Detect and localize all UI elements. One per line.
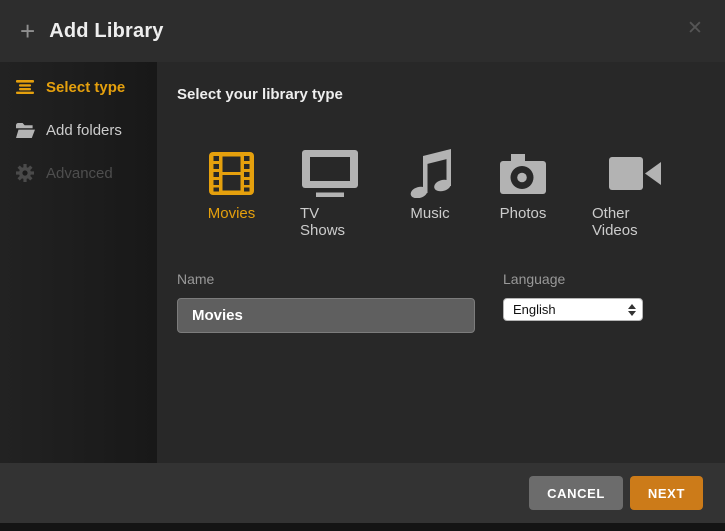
library-type-tv-shows[interactable]: TV Shows <box>300 148 360 239</box>
sidebar-item-select-type[interactable]: Select type <box>0 72 157 102</box>
sidebar-item-advanced: Advanced <box>0 158 157 188</box>
language-select[interactable]: English <box>503 298 643 321</box>
dialog-footer: CANCEL NEXT <box>0 463 725 523</box>
library-type-music[interactable]: Music <box>406 148 454 239</box>
next-button[interactable]: NEXT <box>630 476 703 510</box>
list-lines-icon <box>16 80 36 94</box>
name-field-label: Name <box>177 271 214 287</box>
plus-icon: + <box>20 18 35 44</box>
library-type-movies[interactable]: Movies <box>209 148 254 239</box>
folder-icon <box>16 123 36 138</box>
sidebar-item-label: Add folders <box>46 122 122 139</box>
music-note-icon <box>408 148 452 198</box>
cancel-button[interactable]: CANCEL <box>529 476 623 510</box>
sidebar-item-label: Advanced <box>46 165 113 182</box>
close-icon[interactable]: ✕ <box>681 14 709 42</box>
library-type-photos[interactable]: Photos <box>500 148 546 239</box>
name-input[interactable] <box>177 298 475 333</box>
library-type-label: TV Shows <box>300 205 360 239</box>
library-type-label: Photos <box>500 205 547 222</box>
language-field-label: Language <box>503 271 565 287</box>
dialog-title: Add Library <box>49 20 163 43</box>
library-type-label: Music <box>410 205 449 222</box>
select-stepper-icon <box>628 304 636 316</box>
panel-heading: Select your library type <box>177 86 343 103</box>
tv-icon <box>302 148 358 198</box>
library-type-label: Other Videos <box>592 205 677 239</box>
add-library-dialog: + Add Library ✕ Select type <box>0 0 725 531</box>
wizard-steps-sidebar: Select type Add folders <box>0 62 157 463</box>
camera-icon <box>500 148 546 198</box>
film-strip-icon <box>209 148 254 198</box>
video-camera-icon <box>609 148 661 198</box>
select-type-panel: Select your library type <box>157 62 725 463</box>
sidebar-item-label: Select type <box>46 79 125 96</box>
library-type-other-videos[interactable]: Other Videos <box>592 148 677 239</box>
language-selected-value: English <box>513 302 628 317</box>
library-type-label: Movies <box>208 205 256 222</box>
sidebar-item-add-folders[interactable]: Add folders <box>0 115 157 145</box>
gear-icon <box>16 164 36 182</box>
window-bottom-edge <box>0 523 725 531</box>
library-type-row: Movies TV Shows <box>209 148 677 239</box>
dialog-header: + Add Library ✕ <box>0 0 725 62</box>
